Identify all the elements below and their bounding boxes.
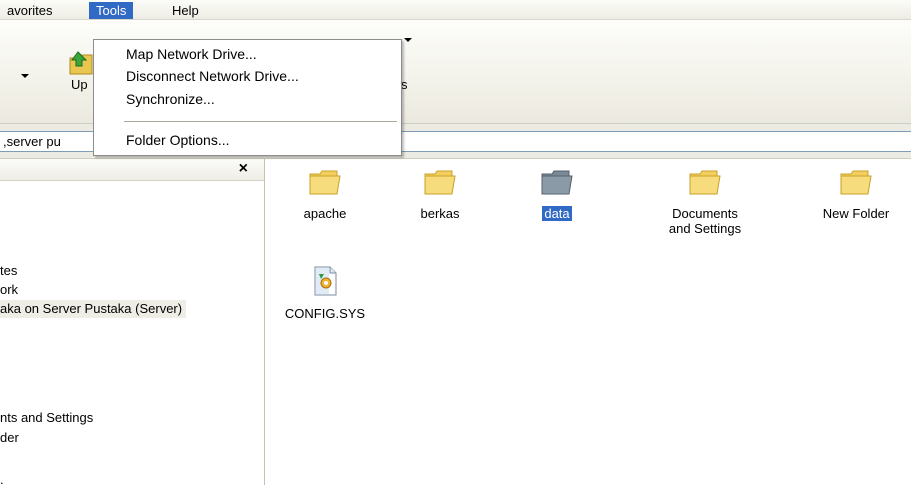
- menu-item-folder-options[interactable]: Folder Options...: [126, 131, 230, 149]
- folders-dropdown-arrow[interactable]: [404, 38, 412, 42]
- tree-item[interactable]: ork: [0, 281, 22, 299]
- address-value: ,server pu: [3, 134, 61, 149]
- menu-item-disconnect-network-drive[interactable]: Disconnect Network Drive...: [126, 67, 299, 85]
- folders-pane-header: ×: [0, 159, 264, 181]
- menu-item-map-network-drive[interactable]: Map Network Drive...: [126, 45, 257, 63]
- folder-item-berkas[interactable]: berkas: [385, 167, 495, 221]
- menu-help[interactable]: Help: [165, 2, 206, 19]
- file-label-selected: data: [542, 206, 572, 221]
- tree-item[interactable]: tes: [0, 262, 21, 280]
- file-label: Documents and Settings: [668, 206, 742, 236]
- menu-item-synchronize[interactable]: Synchronize...: [126, 90, 215, 108]
- up-button[interactable]: Up: [64, 50, 94, 94]
- tree-item-selected[interactable]: aka on Server Pustaka (Server): [0, 300, 187, 318]
- tools-dropdown-menu: Map Network Drive... Disconnect Network …: [93, 39, 402, 156]
- folder-icon: [840, 170, 872, 195]
- folder-item-documents-and-settings[interactable]: Documents and Settings: [653, 167, 757, 236]
- file-list: apache berkas data Documents and Setting…: [266, 159, 911, 485]
- folder-icon: [309, 170, 341, 195]
- folder-item-data[interactable]: data: [502, 167, 612, 221]
- file-label: apache: [303, 206, 347, 221]
- menu-bar: avorites Tools Help: [0, 0, 911, 20]
- file-item-config-sys[interactable]: CONFIG.SYS: [270, 265, 380, 321]
- folder-icon: [541, 170, 573, 195]
- forward-dropdown-arrow[interactable]: [21, 74, 29, 78]
- up-button-label: Up: [71, 77, 88, 92]
- folder-item-apache[interactable]: apache: [270, 167, 380, 221]
- folder-icon: [689, 170, 721, 195]
- menu-tools[interactable]: Tools: [89, 2, 134, 19]
- tree-item[interactable]: der: [0, 429, 23, 447]
- folder-item-new-folder[interactable]: New Folder: [801, 167, 911, 221]
- tree-item[interactable]: nts and Settings: [0, 409, 97, 427]
- close-icon[interactable]: ×: [239, 160, 248, 178]
- menu-favorites[interactable]: avorites: [0, 2, 60, 19]
- system-file-icon: [314, 266, 337, 296]
- folder-icon: [424, 170, 456, 195]
- file-label: New Folder: [822, 206, 890, 221]
- tree-item[interactable]: .: [0, 471, 8, 485]
- folders-pane: × tes ork aka on Server Pustaka (Server)…: [0, 159, 265, 485]
- menu-separator: [124, 121, 397, 122]
- file-label: CONFIG.SYS: [284, 306, 366, 321]
- file-label: berkas: [420, 206, 460, 221]
